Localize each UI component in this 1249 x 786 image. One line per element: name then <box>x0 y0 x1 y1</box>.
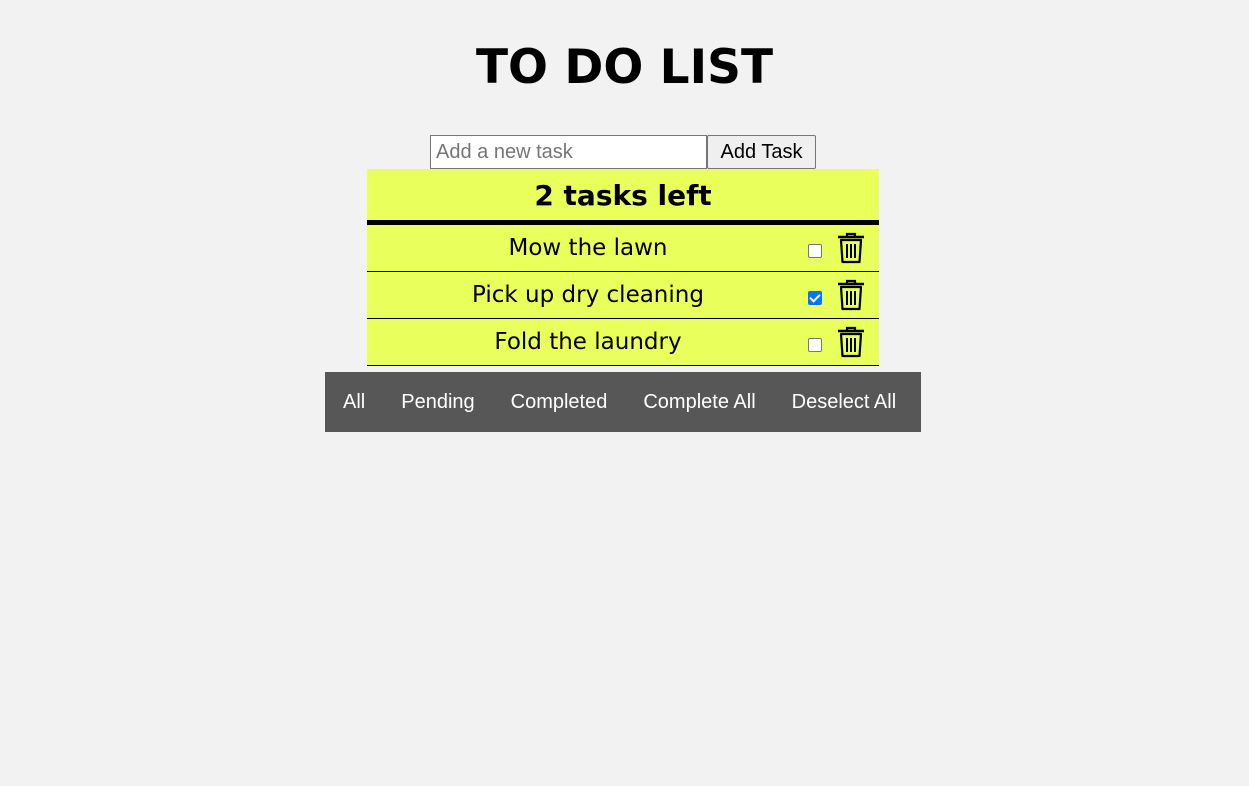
filter-bar: All Pending Completed Complete All Desel… <box>325 372 921 432</box>
new-task-input[interactable] <box>430 135 707 169</box>
task-checkbox[interactable] <box>808 338 822 352</box>
deselect-all-button[interactable]: Deselect All <box>774 372 915 432</box>
task-list: 2 tasks left Mow the lawn Pick up dry cl… <box>367 169 879 366</box>
trash-icon[interactable] <box>836 232 866 264</box>
filter-pending-button[interactable]: Pending <box>383 372 492 432</box>
task-item: Mow the lawn <box>367 225 879 272</box>
page-title: TO DO LIST <box>475 40 774 95</box>
task-checkbox[interactable] <box>808 291 822 305</box>
task-text: Pick up dry cleaning <box>472 282 704 308</box>
tasks-left-counter: 2 tasks left <box>367 169 879 225</box>
task-item: Fold the laundry <box>367 319 879 366</box>
task-text: Fold the laundry <box>494 329 682 355</box>
task-text: Mow the lawn <box>508 235 668 261</box>
trash-icon[interactable] <box>836 326 866 358</box>
filter-completed-button[interactable]: Completed <box>493 372 626 432</box>
task-checkbox[interactable] <box>808 244 822 258</box>
complete-all-button[interactable]: Complete All <box>625 372 773 432</box>
trash-icon[interactable] <box>836 279 866 311</box>
task-item: Pick up dry cleaning <box>367 272 879 319</box>
add-task-form: Add Task <box>430 135 816 169</box>
add-task-button[interactable]: Add Task <box>707 135 816 169</box>
filter-all-button[interactable]: All <box>325 372 383 432</box>
